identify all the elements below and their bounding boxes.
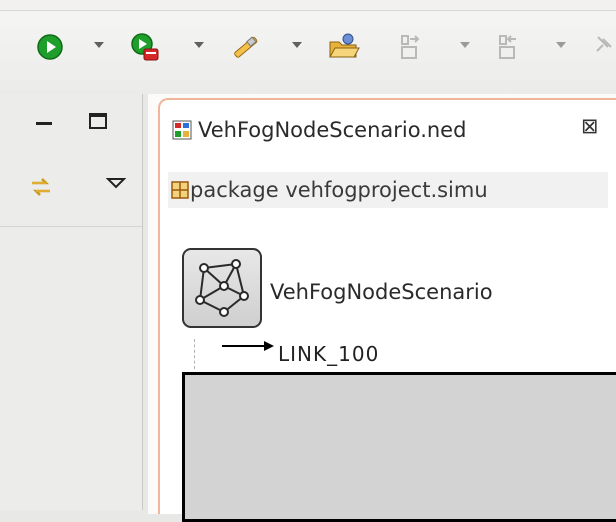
next-dropdown-icon[interactable] — [460, 42, 470, 48]
link-channel-label: LINK_100 — [278, 342, 380, 366]
previous-annotation-button[interactable] — [496, 32, 522, 62]
link-arrow-icon — [222, 341, 274, 351]
run-dropdown-icon[interactable] — [94, 42, 104, 48]
package-bar[interactable]: package vehfogproject.simu — [168, 172, 608, 208]
left-panel-header — [0, 94, 142, 154]
main-toolbar — [0, 0, 616, 94]
previous-annotation-icon — [499, 35, 516, 59]
editor-tab[interactable]: VehFogNodeScenario.ned ⊠ — [158, 98, 616, 162]
run-button[interactable] — [36, 32, 64, 62]
left-panel-body — [0, 227, 142, 510]
network-icon[interactable] — [182, 248, 262, 328]
package-icon — [171, 181, 189, 199]
connection-guide-line — [194, 339, 195, 369]
minimize-icon[interactable] — [32, 114, 56, 134]
pin-icon — [596, 36, 612, 52]
open-folder-icon — [329, 33, 360, 58]
toolbar-top-edge — [0, 0, 616, 11]
ned-editor: VehFogNodeScenario.ned ⊠ package vehfogp… — [148, 94, 616, 522]
left-side-panel — [0, 94, 143, 510]
debug-dropdown-icon[interactable] — [194, 42, 204, 48]
maximize-icon[interactable] — [86, 108, 110, 134]
tool-wand-icon — [234, 36, 258, 58]
close-tab-icon[interactable]: ⊠ — [581, 114, 599, 138]
ned-file-icon — [172, 120, 192, 140]
run-icon — [37, 34, 63, 60]
package-declaration: package vehfogproject.simu — [190, 178, 488, 202]
view-menu-icon[interactable] — [106, 174, 126, 194]
editor-tab-title: VehFogNodeScenario.ned — [198, 118, 467, 142]
debug-run-icon — [131, 33, 159, 61]
debug-run-button[interactable] — [130, 32, 162, 62]
tools-button[interactable] — [230, 32, 260, 62]
pin-button[interactable] — [592, 32, 616, 62]
left-panel-toolbar — [0, 154, 142, 227]
network-name: VehFogNodeScenario — [270, 280, 493, 304]
network-canvas[interactable] — [182, 372, 616, 522]
link-with-editor-icon[interactable] — [28, 174, 54, 200]
previous-dropdown-icon[interactable] — [556, 42, 566, 48]
next-annotation-button[interactable] — [398, 32, 424, 62]
open-button[interactable] — [328, 32, 360, 62]
network-graph-icon — [195, 259, 249, 317]
next-annotation-icon — [401, 35, 420, 59]
tools-dropdown-icon[interactable] — [292, 42, 302, 48]
